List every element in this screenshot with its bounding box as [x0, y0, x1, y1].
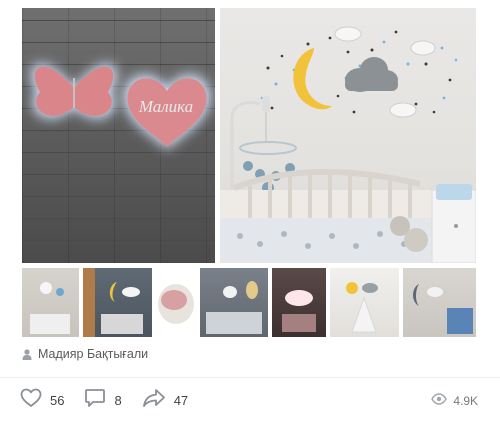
divider	[0, 377, 500, 378]
thumbnail-4[interactable]	[200, 268, 268, 337]
thumbnail-5-image	[282, 290, 316, 332]
thumbnail-3-image	[158, 284, 194, 324]
views-count: 4.9K	[453, 394, 478, 408]
nursery-illustration	[220, 26, 476, 263]
comment-count: 8	[114, 392, 122, 408]
comment-button[interactable]: 8	[84, 388, 122, 413]
thumbnail-3[interactable]	[156, 268, 197, 337]
thumbnail-1[interactable]	[22, 268, 79, 337]
thumbnail-6[interactable]	[330, 268, 399, 337]
lamp-illustration: Малика	[31, 63, 211, 150]
like-count: 56	[50, 392, 65, 408]
thumbnail-7[interactable]	[403, 268, 476, 337]
like-button[interactable]: 56	[20, 388, 64, 413]
share-button[interactable]: 47	[142, 388, 188, 413]
action-bar: 56 8 47	[20, 388, 208, 412]
thumbnail-1-image	[30, 282, 70, 334]
post-author[interactable]: Мадияр Бақтығали	[22, 346, 148, 362]
comment-icon	[84, 388, 106, 413]
thumbnail-2[interactable]	[83, 268, 152, 337]
eye-icon	[431, 392, 448, 410]
share-arrow-icon	[142, 388, 166, 413]
photo-nursery[interactable]	[220, 8, 476, 263]
views-counter: 4.9K	[431, 392, 478, 410]
thumbnail-7-image	[413, 284, 473, 334]
thumbnail-6-image	[346, 282, 378, 333]
photo-butterfly-heart[interactable]: Малика	[22, 8, 215, 263]
heart-name-text: Малика	[138, 97, 193, 116]
person-icon	[22, 348, 32, 360]
heart-icon	[20, 388, 42, 413]
thumbnail-5[interactable]	[272, 268, 326, 337]
thumbnail-2-image	[83, 268, 143, 337]
share-count: 47	[173, 392, 189, 408]
post-card: Малика Мадияр Бақтығали 56 8 47 4.9K	[0, 0, 500, 422]
thumbnail-4-image	[206, 281, 262, 334]
author-name[interactable]: Мадияр Бақтығали	[38, 347, 148, 361]
